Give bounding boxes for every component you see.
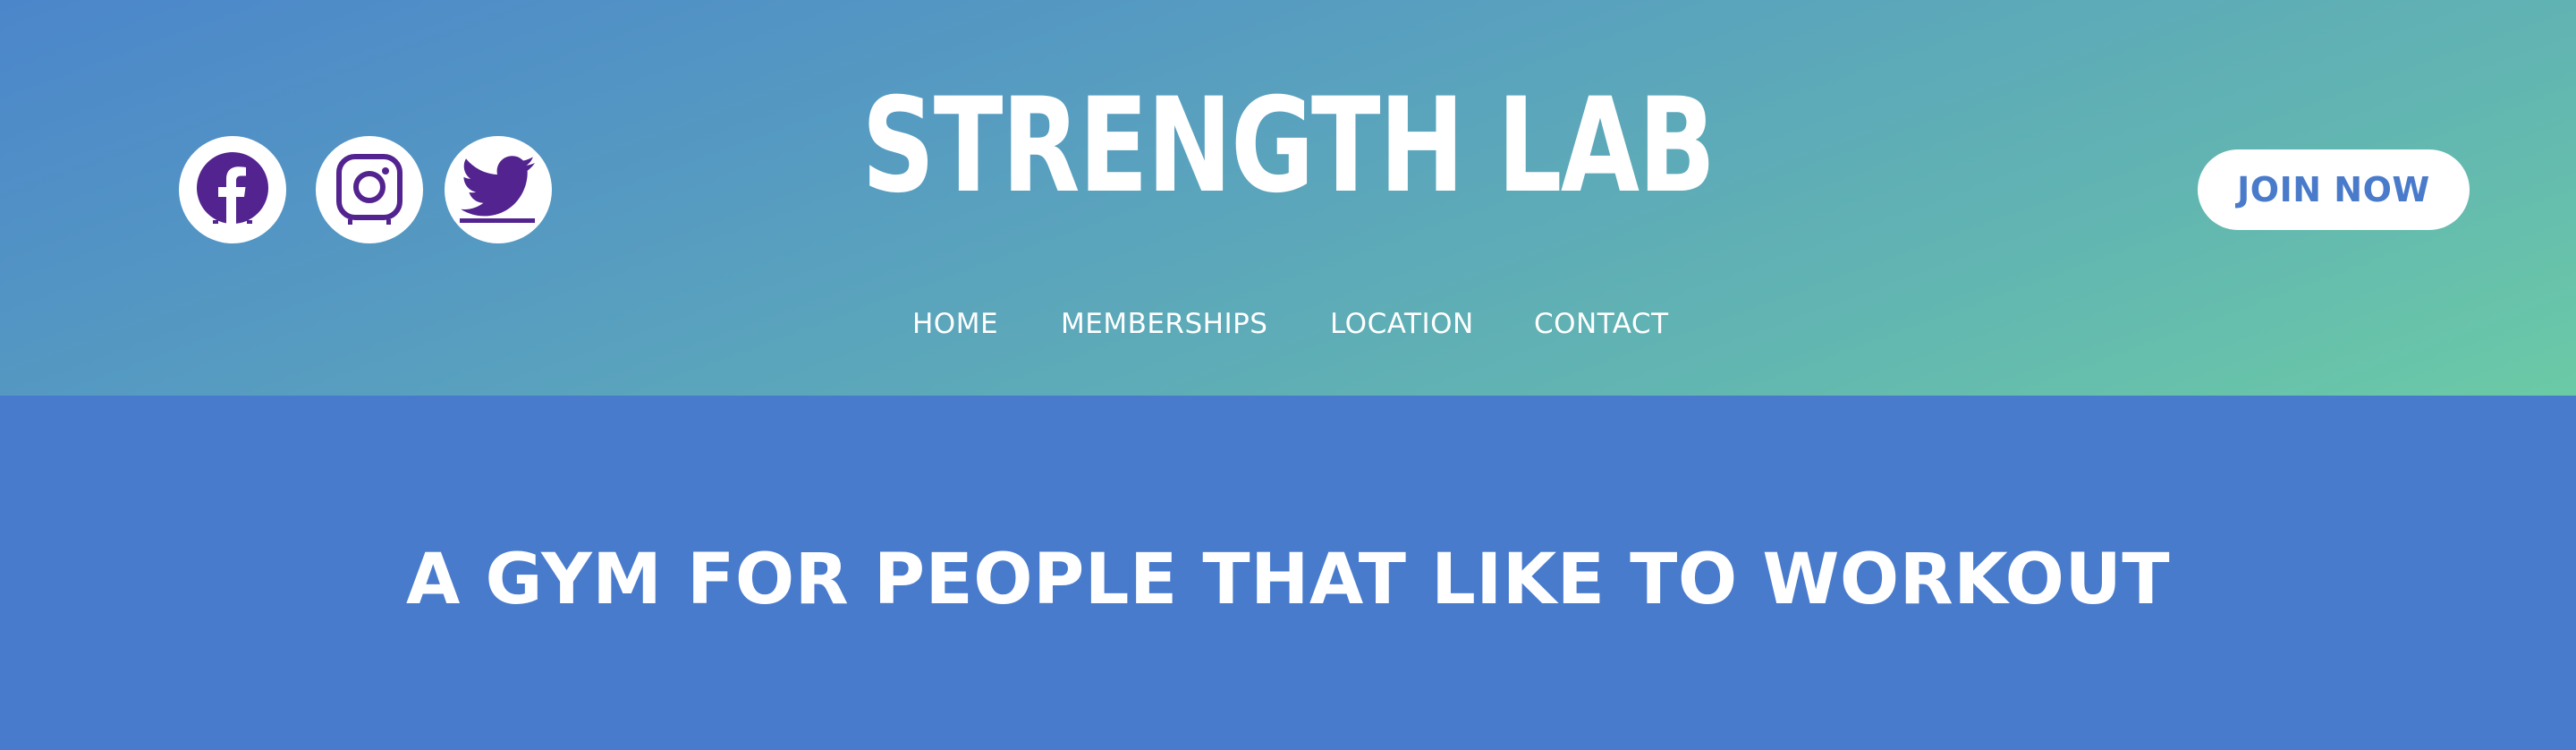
nav-item-contact[interactable]: CONTACT — [1534, 304, 1669, 344]
nav-item-home[interactable]: HOME — [912, 304, 998, 344]
main-nav: HOME MEMBERSHIPS LOCATION CONTACT — [0, 304, 2576, 344]
site-header: STRENGTH LAB JOIN NOW HOME MEMBERSHIPS L… — [0, 0, 2576, 396]
site-title: STRENGTH LAB — [861, 70, 1716, 222]
nav-item-location[interactable]: LOCATION — [1330, 304, 1474, 344]
page: STRENGTH LAB JOIN NOW HOME MEMBERSHIPS L… — [0, 0, 2576, 750]
hero-headline: A GYM FOR PEOPLE THAT LIKE TO WORKOUT — [405, 540, 2171, 620]
nav-item-memberships[interactable]: MEMBERSHIPS — [1061, 304, 1267, 344]
join-now-button[interactable]: JOIN NOW — [2198, 149, 2470, 230]
facebook-link[interactable] — [179, 136, 286, 243]
facebook-icon — [197, 152, 268, 226]
